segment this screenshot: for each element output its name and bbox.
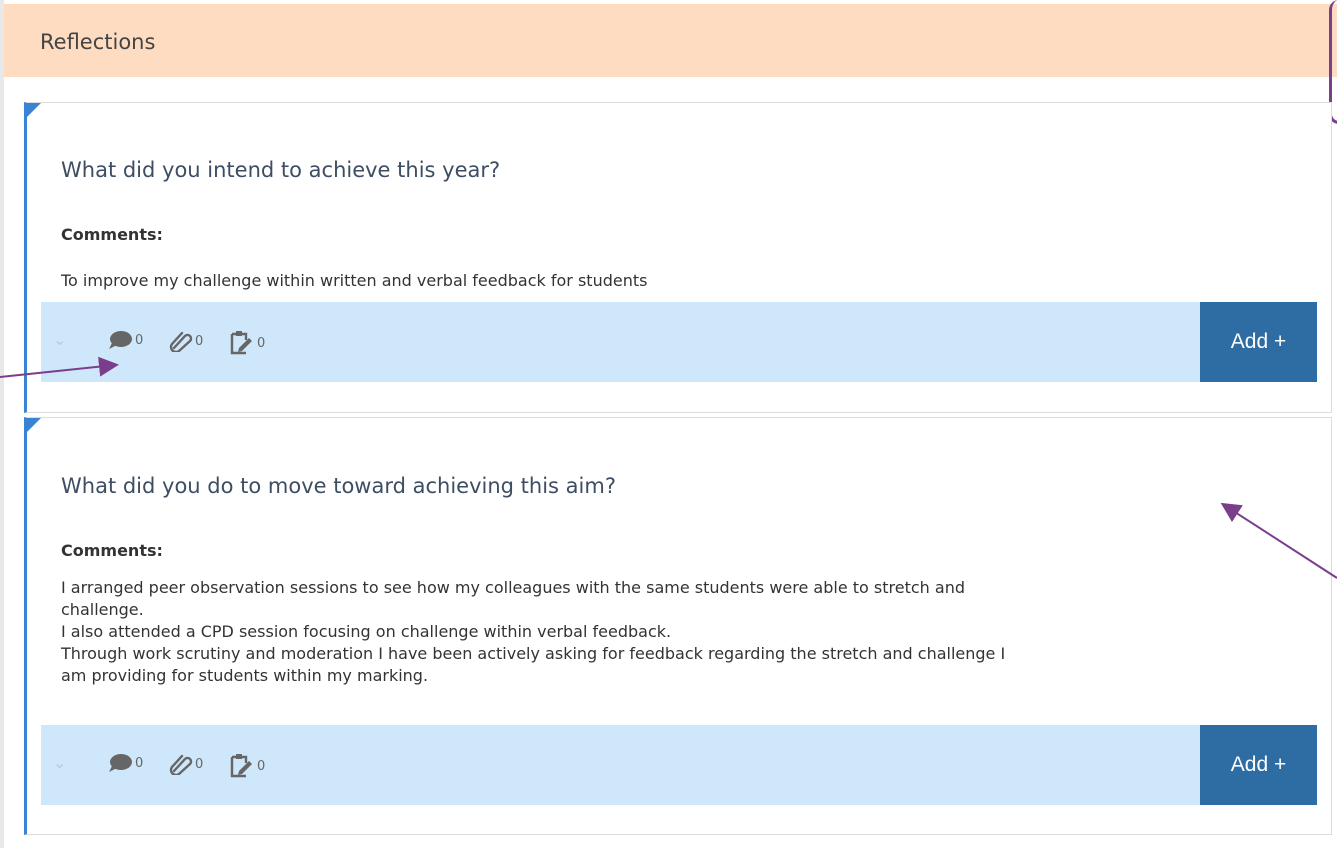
attachments-counter[interactable]: 0	[169, 753, 203, 775]
page-left-edge	[0, 0, 4, 848]
speech-bubble-icon	[109, 754, 132, 772]
card-toolbar: ⌄ 0 0 0 Add +	[41, 302, 1317, 382]
edit-clipboard-icon	[230, 754, 252, 778]
add-button[interactable]: Add +	[1200, 302, 1317, 382]
tasks-count: 0	[257, 758, 266, 774]
reflection-question: What did you do to move toward achieving…	[61, 474, 616, 498]
comment-line: To improve my challenge within written a…	[61, 271, 648, 290]
chevron-down-icon[interactable]: ⌄	[53, 330, 66, 349]
card-toolbar: ⌄ 0 0 0 Add +	[41, 725, 1317, 805]
attachments-counter[interactable]: 0	[169, 330, 203, 352]
tasks-count: 0	[257, 335, 266, 351]
comment-text: I arranged peer observation sessions to …	[61, 577, 1311, 687]
comments-label: Comments:	[61, 541, 163, 560]
reflection-card-1: What did you intend to achieve this year…	[24, 102, 1332, 413]
comments-count: 0	[135, 755, 144, 771]
add-button[interactable]: Add +	[1200, 725, 1317, 805]
reflections-header: Reflections	[4, 4, 1337, 77]
attachments-count: 0	[195, 333, 204, 349]
comment-line: challenge.	[61, 600, 144, 619]
attachments-count: 0	[195, 756, 204, 772]
tasks-counter[interactable]: 0	[229, 753, 265, 779]
edit-clipboard-icon	[230, 331, 252, 355]
comment-text: To improve my challenge within written a…	[61, 270, 1311, 292]
reflection-card-2: What did you do to move toward achieving…	[24, 417, 1332, 835]
tasks-counter[interactable]: 0	[229, 330, 265, 356]
reflection-question: What did you intend to achieve this year…	[61, 158, 501, 182]
paperclip-icon	[169, 754, 193, 775]
comments-counter[interactable]: 0	[107, 753, 143, 773]
chevron-down-icon[interactable]: ⌄	[53, 753, 66, 772]
comments-counter[interactable]: 0	[107, 330, 143, 350]
card-flag-icon	[27, 103, 41, 117]
comments-label: Comments:	[61, 225, 163, 244]
comments-count: 0	[135, 332, 144, 348]
comment-line: I arranged peer observation sessions to …	[61, 578, 965, 597]
comment-line: I also attended a CPD session focusing o…	[61, 622, 672, 641]
comment-line: Through work scrutiny and moderation I h…	[61, 644, 1006, 663]
page-title: Reflections	[40, 30, 156, 54]
speech-bubble-icon	[109, 331, 132, 349]
card-flag-icon	[27, 418, 41, 432]
paperclip-icon	[169, 331, 193, 352]
comment-line: am providing for students within my mark…	[61, 666, 429, 685]
